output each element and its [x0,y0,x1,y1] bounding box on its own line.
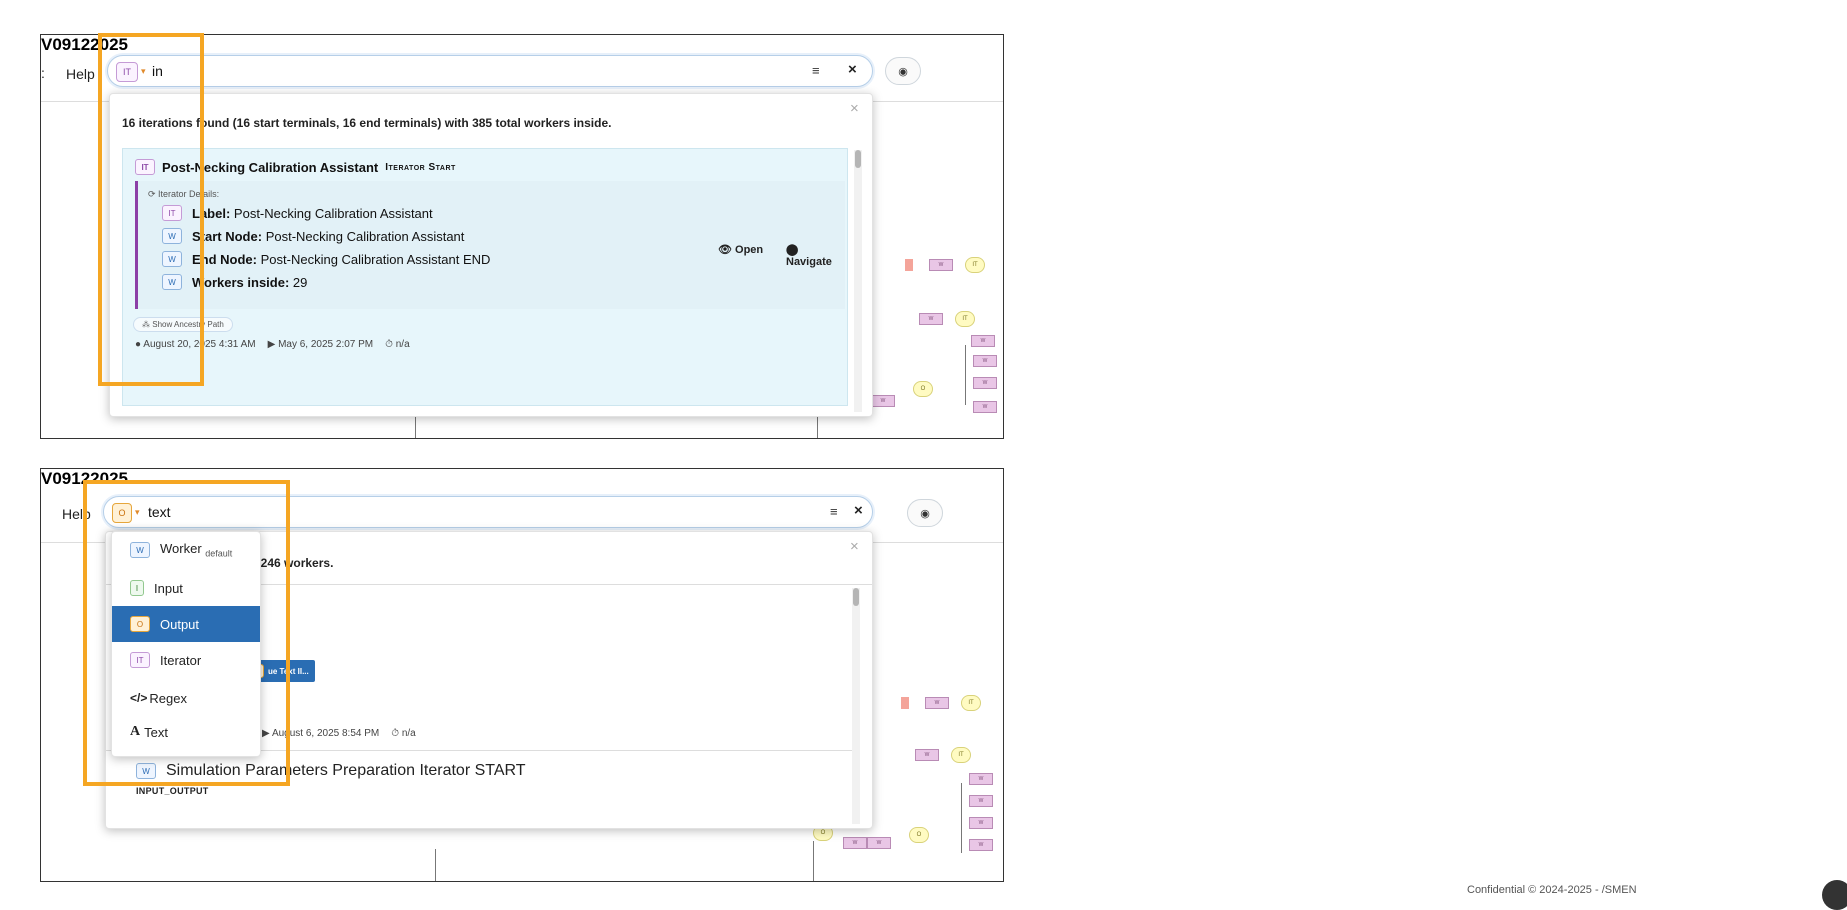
detail-key: Workers inside: [192,274,290,290]
graph-node[interactable]: W [973,355,997,367]
search-bar[interactable]: IT ▾ in ≡ × [107,55,873,87]
duration: n/a [401,728,416,739]
graph-edge [813,841,814,881]
graph-node[interactable]: W [915,749,939,761]
iterator-details: ⟳ Iterator Details: IT Label: Post-Necki… [135,181,845,309]
graph-node[interactable]: W [969,817,993,829]
graph-terminal-node[interactable]: IT [951,747,971,763]
play-icon: ▶ [267,339,276,350]
graph-node-red[interactable] [905,259,913,271]
graph-terminal-node[interactable]: O [913,381,933,397]
graph-node[interactable]: W [843,837,867,849]
graph-terminal-node[interactable]: IT [961,695,981,711]
duration: n/a [395,339,410,350]
highlight-box [83,480,290,786]
menu-separator: : [41,65,45,81]
graph-terminal-node[interactable]: IT [955,311,975,327]
highlight-box [98,33,204,386]
footer-text: Confidential © 2024-2025 - /SMEN [1467,884,1637,896]
scrollbar-thumb[interactable] [853,588,859,606]
graph-node[interactable]: W [973,377,997,389]
graph-terminal-node[interactable]: IT [965,257,985,273]
graph-terminal-node[interactable]: O [909,827,929,843]
graph-edge [965,345,966,405]
graph-node[interactable]: W [969,839,993,851]
navigate-label: Navigate [786,256,832,268]
graph-node[interactable]: W [871,395,895,407]
detail-value: Post-Necking Calibration Assistant [233,205,433,221]
clear-search-icon[interactable]: × [854,502,863,519]
scrollbar[interactable] [852,588,860,824]
result-kind: Iterator Start [385,161,456,173]
stopwatch-icon: ⏱ [391,728,400,739]
graph-node[interactable]: W [973,401,997,413]
scrollbar-thumb[interactable] [855,150,861,168]
detail-value: 29 [292,274,308,290]
database-button[interactable]: ◉ [907,499,943,527]
open-label: Open [735,244,764,256]
modified-date: May 6, 2025 2:07 PM [278,339,374,350]
close-icon[interactable]: × [850,100,859,117]
graph-node[interactable]: W [925,697,949,709]
graph-edge [961,783,962,853]
graph-edge [435,849,436,881]
help-menu[interactable]: Help [66,66,95,82]
stopwatch-icon: ⏱ [385,339,393,350]
result-type: INPUT_OUTPUT [136,786,209,796]
detail-row-end-node: W End Node: Post-Necking Calibration Ass… [162,251,490,267]
filter-settings-icon[interactable]: ≡ [812,63,820,78]
graph-node[interactable]: W [971,335,995,347]
graph-node[interactable]: W [929,259,953,271]
database-button[interactable]: ◉ [885,57,921,85]
graph-node[interactable]: W [969,795,993,807]
result-item[interactable]: IT Post-Necking Calibration Assistant It… [122,148,848,406]
detail-value: Post-Necking Calibration Assistant END [260,251,491,267]
close-icon[interactable]: × [850,538,859,555]
search-results-dropdown: × 16 iterations found (16 start terminal… [109,93,873,417]
company-logo [1822,880,1847,910]
eye-icon: 👁 [718,244,732,256]
graph-node-red[interactable] [901,697,909,709]
graph-node[interactable]: W [969,773,993,785]
detail-value: Post-Necking Calibration Assistant [265,228,465,244]
navigate-button[interactable]: ⬤ Navigate [786,243,845,268]
graph-node[interactable]: W [919,313,943,325]
open-button[interactable]: 👁 Open [718,243,763,256]
clear-search-icon[interactable]: × [848,61,857,78]
filter-settings-icon[interactable]: ≡ [830,504,838,519]
graph-node[interactable]: W [867,837,891,849]
map-pin-icon: ⬤ [786,244,799,256]
scrollbar[interactable] [854,150,862,412]
detail-row-start-node: W Start Node: Post-Necking Calibration A… [162,228,464,244]
